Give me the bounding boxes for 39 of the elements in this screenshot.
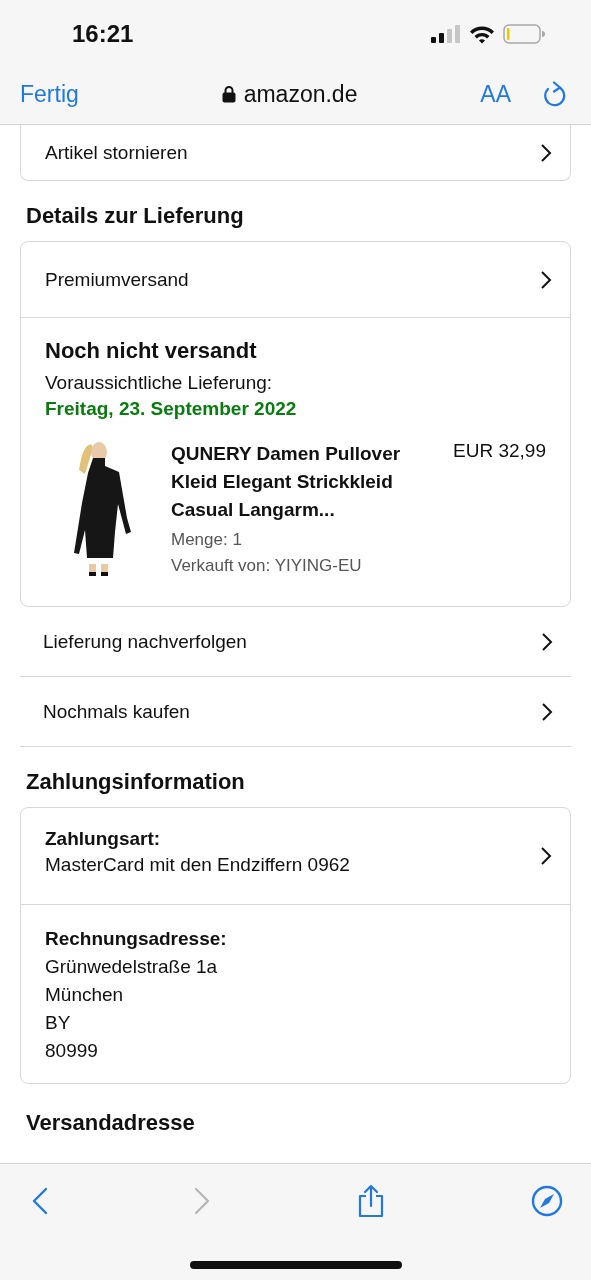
shipment-status: Noch nicht versandt: [45, 338, 258, 364]
lock-icon: [221, 85, 236, 103]
address-line: BY: [45, 1011, 72, 1035]
signal-icon: [431, 25, 461, 43]
address-line: 80999: [45, 1039, 99, 1063]
address-text[interactable]: amazon.de: [243, 80, 358, 108]
section-heading: Versandadresse: [26, 1110, 196, 1136]
battery-icon: [503, 24, 545, 44]
quantity-text: Menge: 1: [171, 530, 243, 550]
chevron-icon: [540, 269, 552, 290]
reload-icon[interactable]: [543, 81, 567, 107]
price-text: EUR 32,99: [453, 440, 546, 463]
done-button[interactable]: Fertig: [20, 80, 79, 108]
share-icon[interactable]: [356, 1184, 385, 1218]
text-size-button[interactable]: AA: [480, 80, 511, 108]
expected-delivery-label: Voraussichtliche Lieferung:: [45, 372, 274, 394]
clock-time: 16:21: [72, 20, 134, 48]
chevron-icon: [540, 142, 552, 163]
section-heading: Details zur Lieferung: [26, 203, 245, 229]
payment-method-row[interactable]: Zahlungsart: MasterCard mit den Endziffern 0962: [21, 808, 570, 905]
action-row[interactable]: Nochmals kaufen: [20, 677, 571, 747]
compass-icon[interactable]: [531, 1185, 563, 1217]
address-line: Grünwedelstraße 1a: [45, 955, 219, 979]
seller-text: Verkauft von: YIYING-EU: [171, 556, 363, 576]
chevron-icon: [541, 701, 553, 722]
chevron-icon: [541, 631, 553, 652]
action-row[interactable]: Lieferung nachverfolgen: [20, 607, 571, 677]
payment-method-label: Zahlungsart:: [45, 828, 162, 850]
product-title[interactable]: QUNERY Damen Pullover Kleid Elegant Strickkleid Casual Langarm...: [171, 440, 434, 524]
delivery-date: Freitag, 23. September 2022: [45, 398, 298, 420]
address-line: München: [45, 983, 125, 1007]
shipping-option-row[interactable]: Premiumversand: [21, 242, 570, 318]
billing-address-label: Rechnungsadresse:: [45, 927, 228, 951]
section-heading: Zahlungsinformation: [26, 769, 246, 795]
cancel-item-row[interactable]: Artikel stornieren: [21, 125, 570, 180]
back-icon[interactable]: [32, 1187, 48, 1215]
chevron-icon: [540, 846, 552, 866]
wifi-icon: [469, 24, 495, 44]
payment-method-text: MasterCard mit den Endziffern 0962: [45, 854, 351, 876]
